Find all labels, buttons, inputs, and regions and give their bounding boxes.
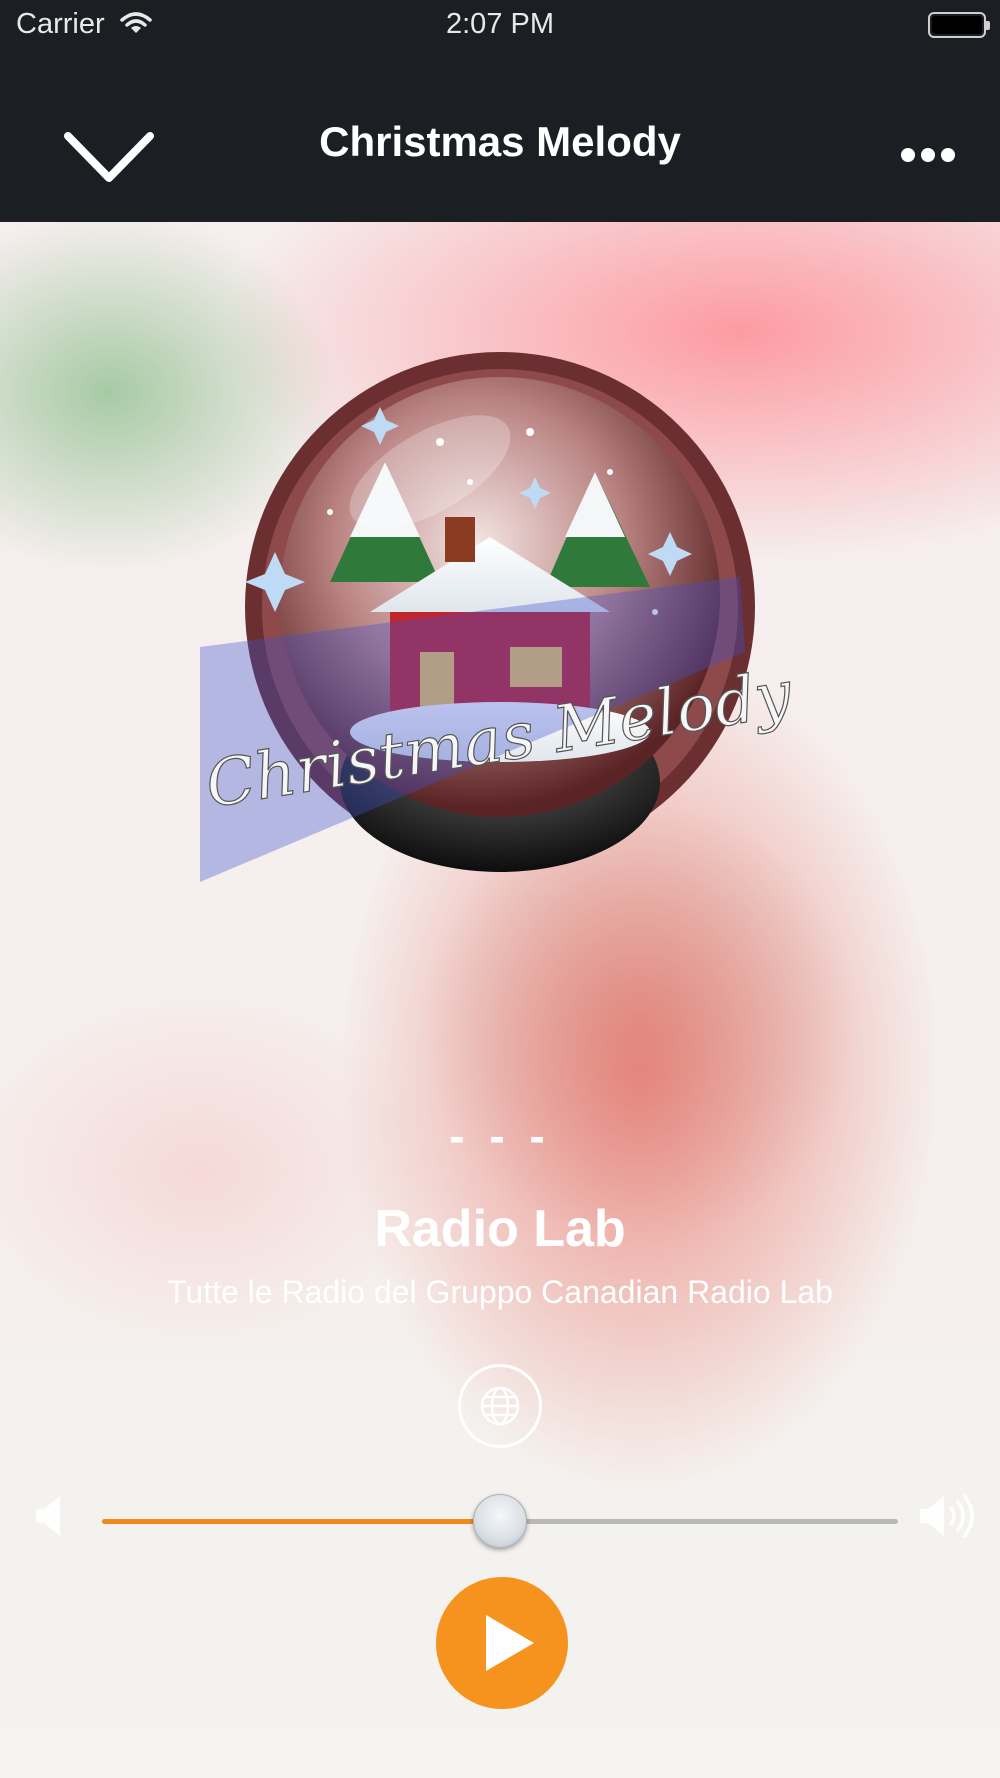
top-bar: Carrier 2:07 PM Christmas Melody <box>0 0 1000 222</box>
page-title: Christmas Melody <box>319 118 681 165</box>
volume-max-icon <box>920 1494 974 1538</box>
volume-slider[interactable] <box>102 1494 898 1548</box>
website-button[interactable] <box>458 1364 542 1448</box>
now-playing-text: - - - <box>449 1110 551 1162</box>
volume-slider-thumb[interactable] <box>473 1494 527 1548</box>
player-area: Christmas Melody - - - Radio Lab Tutte l… <box>0 222 1000 1778</box>
globe-icon <box>480 1386 520 1426</box>
play-icon <box>486 1615 534 1671</box>
volume-slider-fill <box>102 1519 500 1524</box>
more-horizontal-icon <box>901 148 955 162</box>
volume-min-icon <box>36 1496 60 1536</box>
play-button[interactable] <box>436 1577 568 1709</box>
more-options-button[interactable] <box>900 140 956 170</box>
station-artwork: Christmas Melody <box>200 352 798 882</box>
status-time: 2:07 PM <box>446 8 554 40</box>
battery-icon <box>928 12 990 38</box>
station-description: Tutte le Radio del Gruppo Canadian Radio… <box>167 1274 833 1310</box>
station-name: Radio Lab <box>374 1200 626 1258</box>
status-bar: Carrier 2:07 PM <box>0 0 1000 52</box>
